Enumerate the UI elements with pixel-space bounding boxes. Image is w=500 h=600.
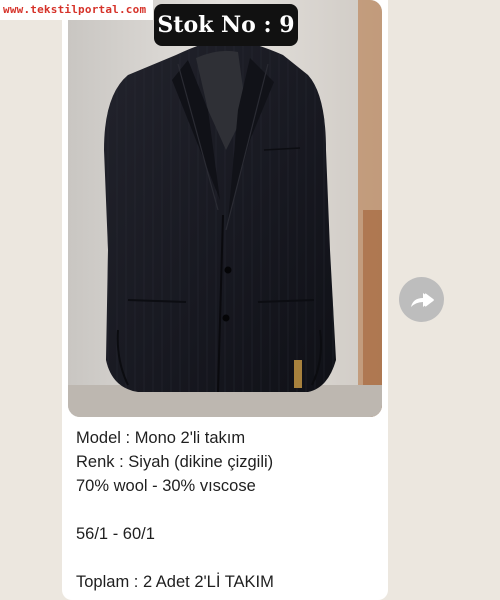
sizes-line: 56/1 - 60/1 — [76, 525, 155, 543]
total-line: Toplam : 2 Adet 2'Lİ TAKIM — [76, 573, 274, 591]
product-photo[interactable]: Stok No : 9 — [68, 0, 382, 417]
message-caption: Model : Mono 2'li takım Renk : Siyah (di… — [76, 426, 380, 594]
model-line: Model : Mono 2'li takım — [76, 429, 246, 447]
message-bubble[interactable]: Stok No : 9 Model : Mono 2'li takım Renk… — [62, 0, 388, 600]
forward-icon — [410, 292, 434, 307]
forward-button[interactable] — [399, 277, 444, 322]
stock-number-badge: Stok No : 9 — [154, 4, 298, 46]
watermark-text: www.tekstilportal.com — [0, 0, 153, 20]
black-suit-jacket-photo — [68, 0, 382, 417]
color-line: Renk : Siyah (dikine çizgili) — [76, 453, 274, 471]
fabric-line: 70% wool - 30% vıscose — [76, 477, 256, 495]
